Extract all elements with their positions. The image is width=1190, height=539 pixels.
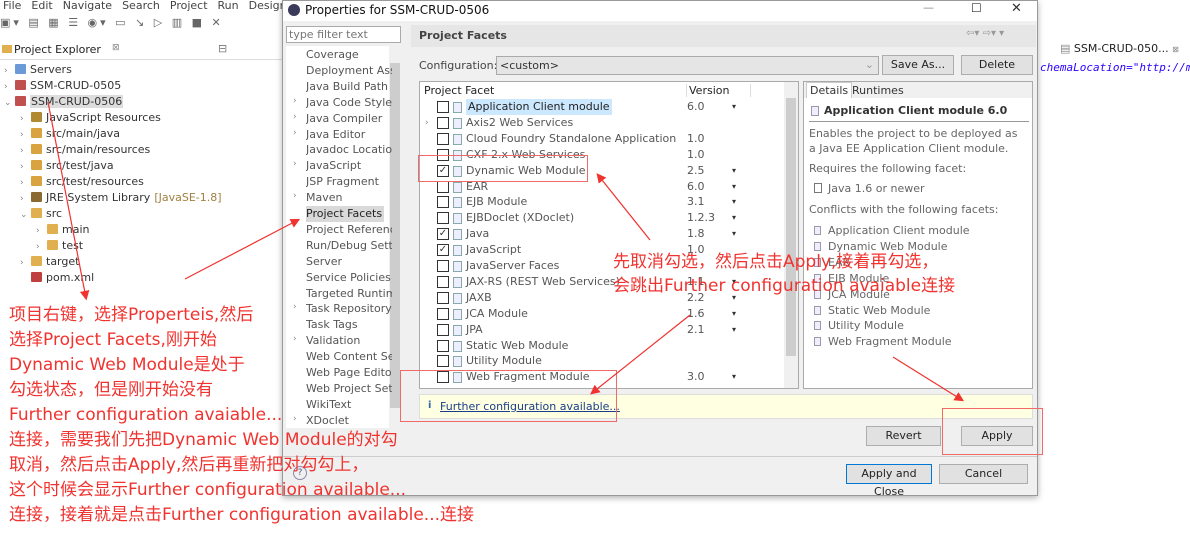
annotation-left: Dynamic Web Module是处于 (9, 355, 245, 375)
annotation-center: 会跳出Further configuration avaiable连接 (613, 276, 956, 296)
annotation-left: 连接，需要我们先把Dynamic Web Module的对勾 (9, 430, 398, 450)
arrow-to-project (47, 101, 90, 301)
annotation-left: 取消，然后点击Apply,然后再重新把对勾勾上， (9, 455, 369, 475)
annotation-left: Further configuration avaiable... (9, 405, 283, 425)
arrow-to-project-facets (184, 218, 301, 280)
annotation-left: 这个时候会显示Further configuration available..… (9, 480, 407, 500)
annotation-left: 选择Project Facets,刚开始 (9, 330, 217, 350)
arrow-to-further-config (590, 314, 691, 395)
arrow-to-apply (892, 356, 965, 402)
annotation-center: 先取消勾选，然后点击Apply,接着再勾选， (613, 252, 939, 272)
annotation-left: 项目右键，选择Properteis,然后 (9, 305, 254, 325)
annotation-left: 连接，接着就是点击Further configuration available… (9, 505, 475, 525)
arrow-to-dynamic-web-module (596, 173, 651, 241)
annotation-left: 勾选状态，但是刚开始没有 (9, 380, 213, 400)
